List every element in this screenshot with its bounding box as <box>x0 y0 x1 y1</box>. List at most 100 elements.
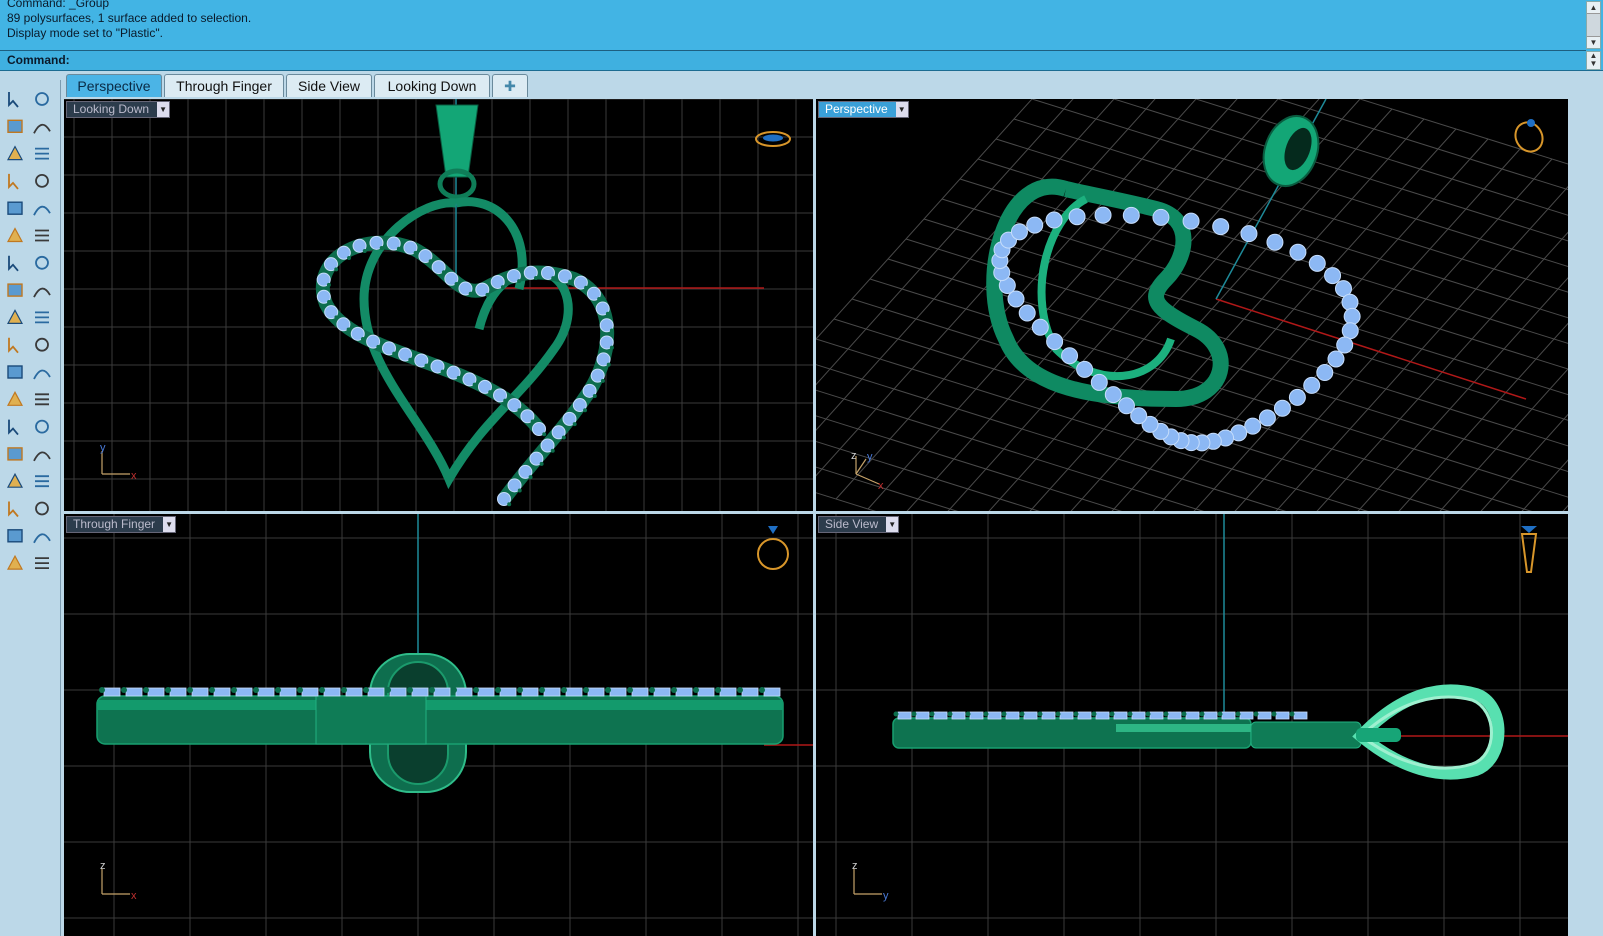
circle-icon[interactable] <box>4 143 26 165</box>
viewport-label-looking-down[interactable]: Looking Down ▼ <box>66 101 171 118</box>
gem-stone <box>763 687 781 697</box>
prong <box>605 311 610 316</box>
scroll-up-icon[interactable]: ▲ <box>1587 2 1600 13</box>
history-scrollbar[interactable]: ▲ ▼ <box>1586 1 1601 49</box>
gem-stone <box>1005 711 1020 720</box>
gem-stone <box>1061 347 1079 365</box>
dropdown-arrow-icon[interactable]: ▼ <box>886 517 899 532</box>
point-icon[interactable] <box>31 88 53 110</box>
prong <box>408 357 413 362</box>
fillet-curve-icon[interactable] <box>31 197 53 219</box>
dropdown-arrow-icon[interactable]: ▼ <box>163 517 176 532</box>
command-scrollbar[interactable]: ▲ ▼ <box>1586 51 1601 70</box>
tab-through-finger[interactable]: Through Finger <box>164 74 284 97</box>
trim-icon[interactable] <box>4 334 26 356</box>
gem-stone <box>1152 208 1170 226</box>
dimension-icon[interactable] <box>31 470 53 492</box>
dropdown-arrow-icon[interactable]: ▼ <box>157 102 170 117</box>
gem-stone <box>235 687 253 697</box>
gem-stone <box>565 687 583 697</box>
scroll-thumb[interactable] <box>1587 13 1600 37</box>
solid-icon[interactable] <box>4 470 26 492</box>
surface-icon[interactable] <box>4 225 26 247</box>
prong <box>530 419 535 424</box>
axis-label-up: z <box>851 450 857 462</box>
prong <box>424 363 429 368</box>
gem-stone <box>1104 386 1122 404</box>
gem-stone <box>433 687 451 697</box>
scroll-down-icon[interactable]: ▼ <box>1587 60 1600 68</box>
rectangle-icon[interactable] <box>31 170 53 192</box>
paint-icon[interactable] <box>31 552 53 574</box>
prong <box>503 398 508 403</box>
viewport-through-finger[interactable]: z x Through Finger ▼ <box>64 514 813 936</box>
toolbar-icons <box>4 88 53 574</box>
text-icon[interactable] <box>4 416 26 438</box>
loft-icon[interactable] <box>31 279 53 301</box>
ring-gizmo-icon[interactable] <box>757 538 789 570</box>
arc-icon[interactable] <box>4 170 26 192</box>
viewport-looking-down[interactable]: y x Looking Down ▼ <box>64 99 813 511</box>
gem-stone <box>1257 711 1272 720</box>
scroll-down-icon[interactable]: ▼ <box>1587 37 1600 48</box>
layer-icon[interactable] <box>31 498 53 520</box>
box-icon[interactable] <box>4 252 26 274</box>
gem-stone <box>1010 223 1028 241</box>
fillet-edge-icon[interactable] <box>4 388 26 410</box>
shade-icon[interactable] <box>4 552 26 574</box>
viewport-label-perspective[interactable]: Perspective ▼ <box>818 101 909 118</box>
tab-perspective[interactable]: Perspective <box>66 74 162 97</box>
tab-looking-down[interactable]: Looking Down <box>374 74 490 97</box>
boolean-icon[interactable] <box>4 306 26 328</box>
polyline-icon[interactable] <box>4 115 26 137</box>
select-icon[interactable] <box>4 88 26 110</box>
prong <box>550 448 555 453</box>
ring-gizmo-icon[interactable] <box>1520 533 1538 573</box>
history-line: Display mode set to "Plastic". <box>7 26 163 40</box>
explode-icon[interactable] <box>31 306 53 328</box>
prong <box>583 687 589 693</box>
gem-stone <box>147 687 165 697</box>
gem-stone <box>169 687 187 697</box>
gem-stone <box>103 687 121 697</box>
offset-icon[interactable] <box>31 388 53 410</box>
viewport-title: Through Finger <box>73 517 156 531</box>
prong <box>929 711 935 717</box>
check-icon[interactable] <box>31 525 53 547</box>
prong <box>947 711 953 717</box>
group-icon[interactable] <box>4 361 26 383</box>
viewport-label-through-finger[interactable]: Through Finger ▼ <box>66 516 177 533</box>
gem-stone <box>1288 388 1306 406</box>
array-icon[interactable] <box>4 443 26 465</box>
gem-stone <box>1167 711 1182 720</box>
sphere-icon[interactable] <box>31 252 53 274</box>
extrude-surface-icon[interactable] <box>31 225 53 247</box>
prong <box>253 687 259 693</box>
mirror-icon[interactable] <box>31 443 53 465</box>
viewport-perspective[interactable]: z y x Perspective ▼ <box>816 99 1568 511</box>
curve-icon[interactable] <box>31 115 53 137</box>
gem-stone <box>1031 318 1049 336</box>
axis-label-v: y <box>867 451 873 463</box>
grid-snap-icon[interactable] <box>4 498 26 520</box>
gem-stone <box>1327 350 1345 368</box>
cylinder-icon[interactable] <box>4 279 26 301</box>
prong <box>759 687 765 693</box>
gem-stone <box>1131 711 1146 720</box>
tab-side-view[interactable]: Side View <box>286 74 372 97</box>
viewport-label-side-view[interactable]: Side View ▼ <box>818 516 900 533</box>
command-area: Command: _Group 89 polysurfaces, 1 surfa… <box>0 0 1603 71</box>
scale-icon[interactable] <box>31 416 53 438</box>
split-icon[interactable] <box>31 334 53 356</box>
ungroup-icon[interactable] <box>31 361 53 383</box>
render-icon[interactable] <box>4 525 26 547</box>
add-tab-button[interactable]: ✚ <box>492 74 528 97</box>
ellipse-icon[interactable] <box>31 143 53 165</box>
prong <box>495 687 501 693</box>
command-line[interactable]: Command: <box>0 50 1586 70</box>
dropdown-arrow-icon[interactable]: ▼ <box>895 102 908 117</box>
polygon-icon[interactable] <box>4 197 26 219</box>
gem-stone <box>697 687 715 697</box>
viewport-side-view[interactable]: z y Side View ▼ <box>816 514 1568 936</box>
prong <box>500 285 505 290</box>
